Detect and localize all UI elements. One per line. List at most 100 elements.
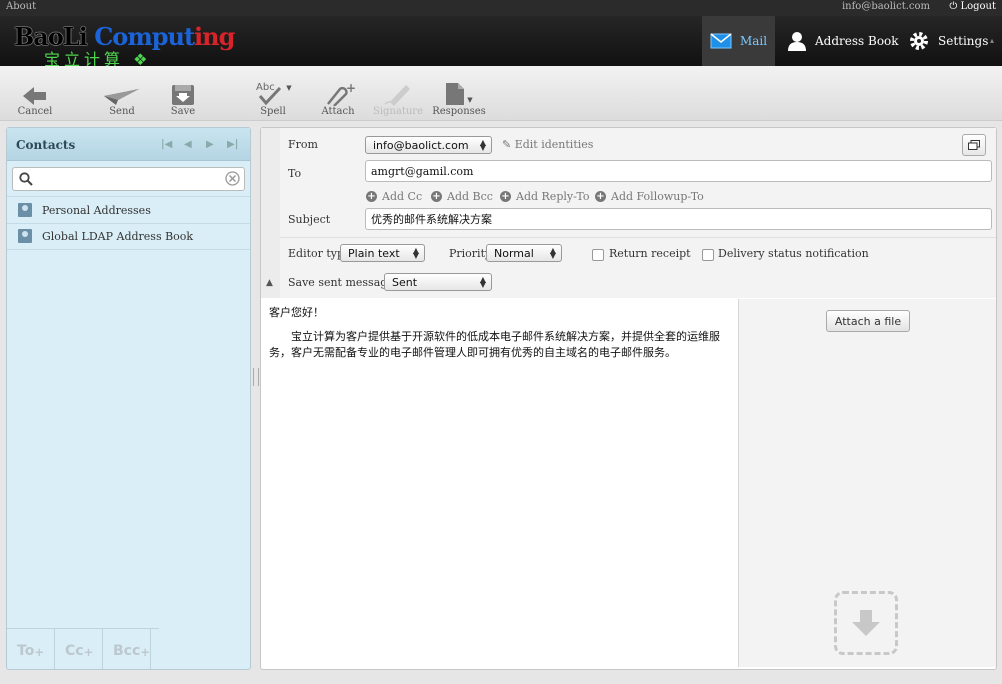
contacts-header: Contacts |◀ ◀ ▶ ▶| [7,128,250,161]
header: BaoLi Computing 宝立计算 ❖ Mail Address Book… [0,16,1002,69]
attach-label: Attach [321,106,355,117]
user-email: info@baolict.com [841,1,930,12]
signature-button[interactable]: Signature [368,80,428,117]
document-icon [446,83,465,105]
plus-circle-icon: + [500,191,511,202]
user-icon [788,32,806,51]
plus-circle-icon: + [595,191,606,202]
top-bar: About info@baolict.com ⏻ Logout [0,0,1002,16]
signature-pen-icon [384,85,410,106]
editor-type-value: Plain text [348,246,400,260]
addressbook-icon [18,203,32,217]
nav-more-icon[interactable]: ▴ [990,36,994,45]
delivery-status-label: Delivery status notification [718,247,869,260]
svg-text:+: + [346,82,356,95]
delivery-status-checkbox[interactable] [702,249,714,261]
add-followup-to-link-label: Add Followup-To [611,190,704,203]
nav-address-book[interactable]: Address Book [787,16,899,66]
from-label: From [288,138,318,151]
spell-dropdown-icon[interactable]: ▼ [286,84,291,92]
select-arrows-icon: ▲ ▼ [479,275,486,289]
collapse-headers-icon[interactable]: ▲ [266,278,273,288]
responses-dropdown-icon[interactable]: ▼ [467,96,472,104]
contacts-title: Contacts [16,138,76,152]
prev-page-icon[interactable]: ◀ [184,139,192,150]
contacts-search-input[interactable] [37,170,221,188]
add-bcc-label: Bcc [113,643,141,659]
nav-mail[interactable]: Mail [702,16,775,66]
editor-type-select[interactable]: Plain text ▲ ▼ [340,244,425,262]
plus-icon: + [83,645,94,659]
nav-settings-label: Settings [938,34,989,48]
add-cc-link[interactable]: + Add Cc [366,190,422,203]
add-reply-to-link[interactable]: + Add Reply-To [500,190,590,203]
logout-label: Logout [960,1,996,12]
first-page-icon[interactable]: |◀ [161,139,172,150]
spell-label: Spell [260,106,286,117]
add-bcc-link-label: Add Bcc [447,190,493,203]
add-to-label: To [17,643,35,659]
add-cc-link-label: Add Cc [382,190,423,203]
logout-button[interactable]: ⏻ Logout [949,1,996,12]
gear-icon [910,32,928,50]
toolbar: Cancel Send Save Abc ▼ Spell + Attach Sig… [0,66,1002,121]
about-link[interactable]: About [6,1,36,12]
subject-value: 优秀的邮件系统解决方案 [371,213,492,226]
add-to-button[interactable]: To + [7,629,55,669]
select-arrows-icon: ▲ ▼ [412,246,419,260]
next-page-icon[interactable]: ▶ [206,139,214,150]
last-page-icon[interactable]: ▶| [227,139,238,150]
to-input[interactable]: amgrt@gamil.com [365,160,992,182]
addressbook-label: Global LDAP Address Book [42,229,194,243]
add-reply-to-link-label: Add Reply-To [516,190,590,203]
message-body-editor[interactable]: 客户您好！ 宝立计算为客户提供基于开源软件的低成本电子邮件系统解决方案，并提供全… [261,299,737,667]
attachments-pane: Attach a file [738,299,996,667]
popout-button[interactable] [962,134,986,156]
download-arrow-icon [852,610,880,636]
edit-identities-link[interactable]: ✎ Edit identities [502,138,593,151]
add-bcc-link[interactable]: + Add Bcc [431,190,493,203]
return-receipt-checkbox[interactable] [592,249,604,261]
save-sent-value: Sent [392,275,418,289]
add-bcc-button[interactable]: Bcc + [103,629,151,669]
save-button[interactable]: Save [153,80,213,117]
body-greeting: 客户您好！ [269,306,324,319]
mail-icon [710,33,732,49]
add-followup-to-link[interactable]: + Add Followup-To [595,190,704,203]
compose-panel: ▲ From info@baolict.com ▲ ▼ ✎ Edit identi… [260,127,997,670]
spellcheck-icon: Abc [256,82,282,106]
subject-input[interactable]: 优秀的邮件系统解决方案 [365,208,992,230]
plus-circle-icon: + [431,191,442,202]
drop-zone[interactable] [834,591,898,655]
send-button[interactable]: Send [92,80,152,117]
responses-button[interactable]: ▼ Responses [429,80,489,117]
cancel-button[interactable]: Cancel [5,80,65,117]
svg-text:Abc: Abc [256,82,275,93]
add-cc-button[interactable]: Cc + [55,629,103,669]
priority-select[interactable]: Normal ▲ ▼ [486,244,562,262]
addressbook-personal[interactable]: Personal Addresses [7,196,250,224]
contacts-search-box [12,167,245,191]
signature-label: Signature [372,106,423,117]
message-headers: From info@baolict.com ▲ ▼ ✎ Edit identiti… [280,128,996,298]
panel-splitter[interactable] [253,368,259,386]
clear-search-icon[interactable] [225,171,240,186]
addressbook-global-ldap[interactable]: Global LDAP Address Book [7,223,250,250]
priority-label: Priority [449,247,492,260]
spell-button[interactable]: Abc ▼ Spell [243,80,303,117]
nav-settings[interactable]: Settings [908,16,988,66]
responses-label: Responses [432,106,486,117]
attach-button[interactable]: + Attach [308,80,368,117]
divider [280,237,996,238]
subject-label: Subject [288,213,331,226]
from-select[interactable]: info@baolict.com ▲ ▼ [365,136,492,154]
plus-circle-icon: + [366,191,377,202]
attach-file-button[interactable]: Attach a file [826,310,910,332]
select-arrows-icon: ▲ ▼ [549,246,556,260]
power-icon: ⏻ [949,1,958,12]
nav-mail-label: Mail [739,34,768,48]
return-receipt-label: Return receipt [609,247,691,260]
save-sent-select[interactable]: Sent ▲ ▼ [384,273,492,291]
search-icon [19,172,33,186]
plus-icon: + [140,645,151,659]
